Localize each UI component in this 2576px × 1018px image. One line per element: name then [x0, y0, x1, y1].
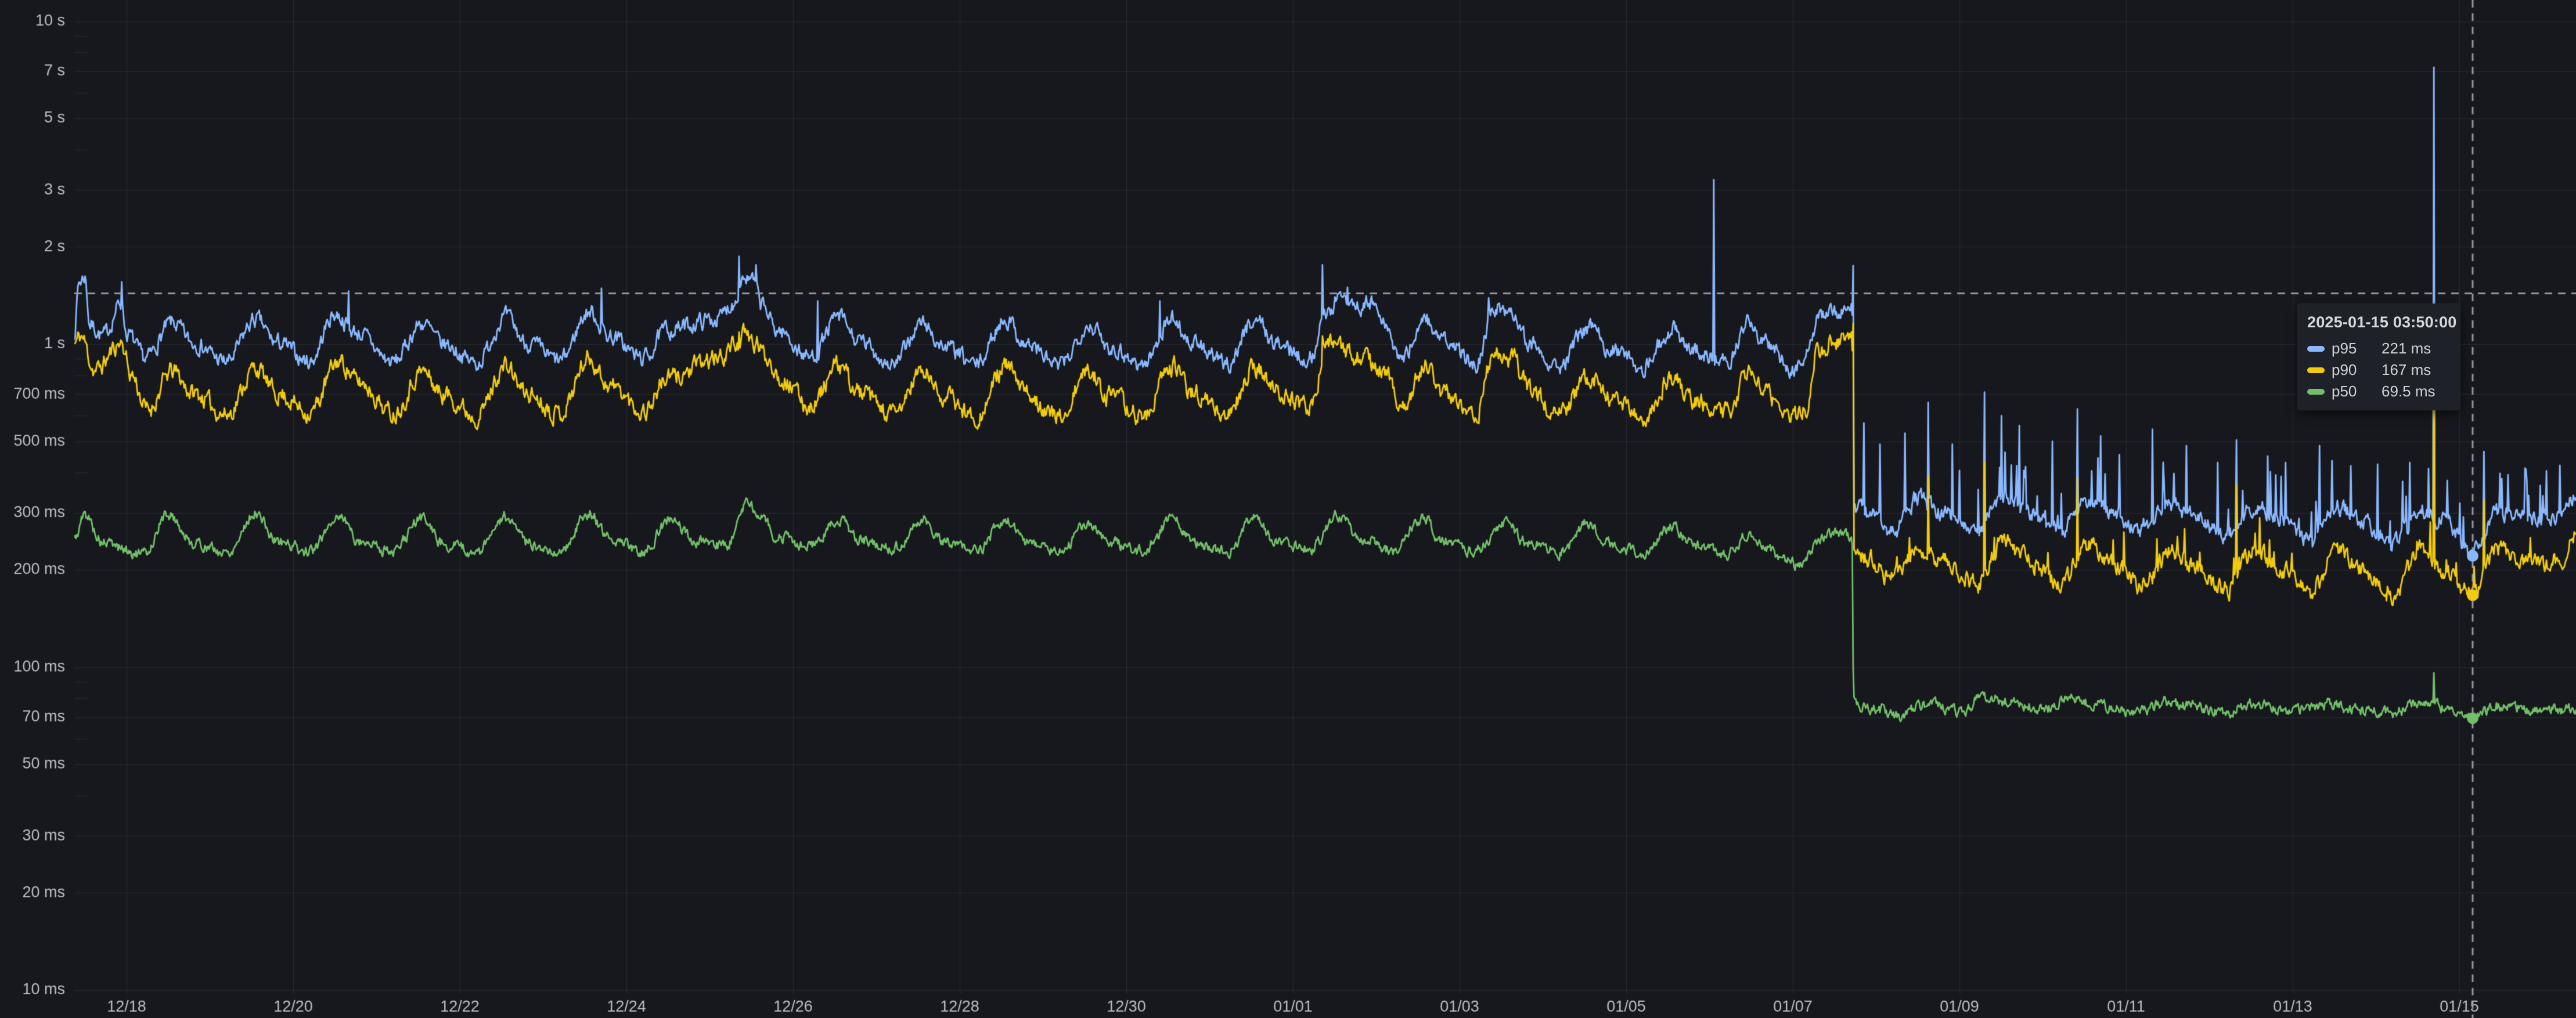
chart-tooltip: 2025-01-15 03:50:00 p95 221 ms p90 167 m…	[2297, 304, 2460, 410]
series-value: 167 ms	[2382, 361, 2431, 379]
series-value: 69.5 ms	[2382, 382, 2436, 400]
tooltip-row-p50: p50 69.5 ms	[2307, 381, 2429, 402]
chart-panel: 2025-01-15 03:50:00 p95 221 ms p90 167 m…	[0, 0, 2576, 1018]
series-label: p50	[2332, 382, 2375, 400]
tooltip-row-p95: p95 221 ms	[2307, 338, 2429, 359]
series-swatch-p50	[2307, 389, 2325, 395]
tooltip-row-p90: p90 167 ms	[2307, 359, 2429, 381]
series-swatch-p90	[2307, 367, 2325, 373]
latency-chart-canvas[interactable]	[0, 0, 2576, 1018]
series-swatch-p95	[2307, 346, 2325, 352]
series-label: p95	[2332, 340, 2375, 358]
series-label: p90	[2332, 361, 2375, 379]
tooltip-timestamp: 2025-01-15 03:50:00	[2307, 313, 2429, 331]
series-value: 221 ms	[2382, 340, 2431, 358]
